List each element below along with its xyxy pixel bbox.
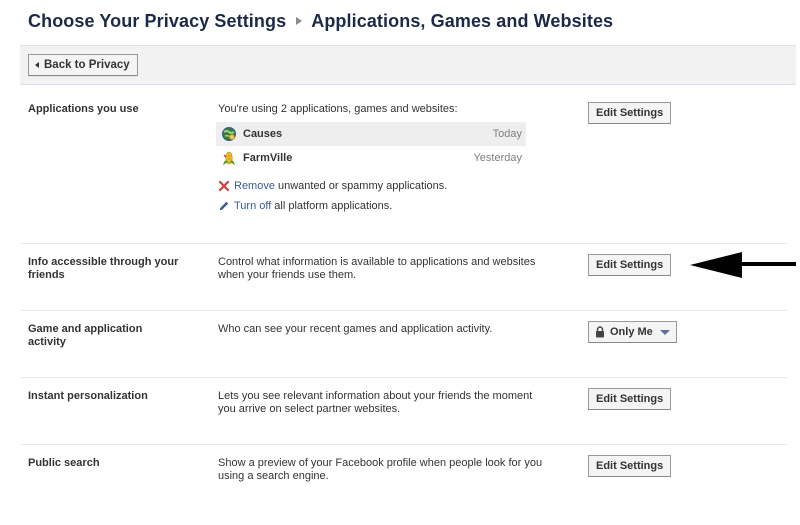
section-description: Who can see your recent games and applic…: [218, 323, 493, 335]
app-last-used: Yesterday: [473, 152, 522, 164]
section-info-through-friends: Info accessible through your friends Con…: [20, 243, 788, 310]
edit-settings-button-applications[interactable]: Edit Settings: [588, 102, 672, 124]
app-last-used: Today: [492, 128, 522, 140]
section-label: Public search: [28, 457, 100, 469]
section-description: Show a preview of your Facebook profile …: [218, 457, 543, 482]
causes-icon: [222, 127, 236, 141]
remove-link[interactable]: Remove: [234, 180, 275, 192]
chevron-down-icon: [659, 329, 670, 335]
list-item-causes[interactable]: Causes Today: [216, 122, 526, 146]
back-button-label: Back to Privacy: [44, 59, 130, 71]
list-item-farmville[interactable]: FarmVille Yesterday: [216, 146, 526, 170]
annotation-arrow-icon: [690, 252, 796, 278]
section-label: Instant personalization: [28, 390, 148, 402]
turn-off-platform-line: Turn off all platform applications.: [218, 200, 392, 212]
breadcrumb-separator-icon: [296, 17, 303, 25]
turn-off-text: all platform applications.: [274, 200, 393, 212]
section-label: Game and application activity: [28, 323, 143, 348]
privacy-dropdown[interactable]: Only Me: [588, 321, 677, 343]
section-instant-personalization: Instant personalization Lets you see rel…: [20, 377, 788, 444]
farmville-icon: [223, 151, 235, 165]
back-arrow-icon: [35, 62, 39, 68]
section-game-app-activity: Game and application activity Who can se…: [20, 310, 788, 377]
breadcrumb: Choose Your Privacy Settings Application…: [28, 8, 613, 34]
section-description: Control what information is available to…: [218, 256, 536, 281]
remove-text: unwanted or spammy applications.: [277, 180, 448, 192]
pencil-icon: [220, 201, 229, 210]
section-label: Info accessible through your friends: [28, 256, 179, 281]
lock-icon: [596, 326, 604, 338]
section-description: Lets you see relevant information about …: [218, 390, 533, 415]
toolbar: Back to Privacy: [20, 45, 796, 85]
section-public-search: Public search Show a preview of your Fac…: [20, 444, 788, 514]
edit-settings-button-friends-info[interactable]: Edit Settings: [588, 254, 672, 276]
remove-apps-line: Remove unwanted or spammy applications.: [218, 180, 447, 192]
edit-settings-button-personalization[interactable]: Edit Settings: [588, 388, 672, 410]
page-title: Applications, Games and Websites: [311, 10, 614, 31]
app-name: Causes: [243, 128, 283, 140]
turn-off-link[interactable]: Turn off: [234, 200, 271, 212]
remove-x-icon: [218, 180, 230, 192]
back-to-privacy-button[interactable]: Back to Privacy: [28, 54, 138, 76]
app-name: FarmVille: [243, 152, 293, 164]
dropdown-selected-value: Only Me: [610, 326, 653, 338]
breadcrumb-root[interactable]: Choose Your Privacy Settings: [28, 11, 286, 32]
section-applications-you-use: Applications you use You're using 2 appl…: [20, 86, 788, 243]
app-list: Causes Today FarmVille Yesterday: [216, 122, 526, 170]
section-label: Applications you use: [28, 103, 139, 115]
section-description: You're using 2 applications, games and w…: [218, 103, 458, 115]
edit-settings-button-public-search[interactable]: Edit Settings: [588, 455, 672, 477]
